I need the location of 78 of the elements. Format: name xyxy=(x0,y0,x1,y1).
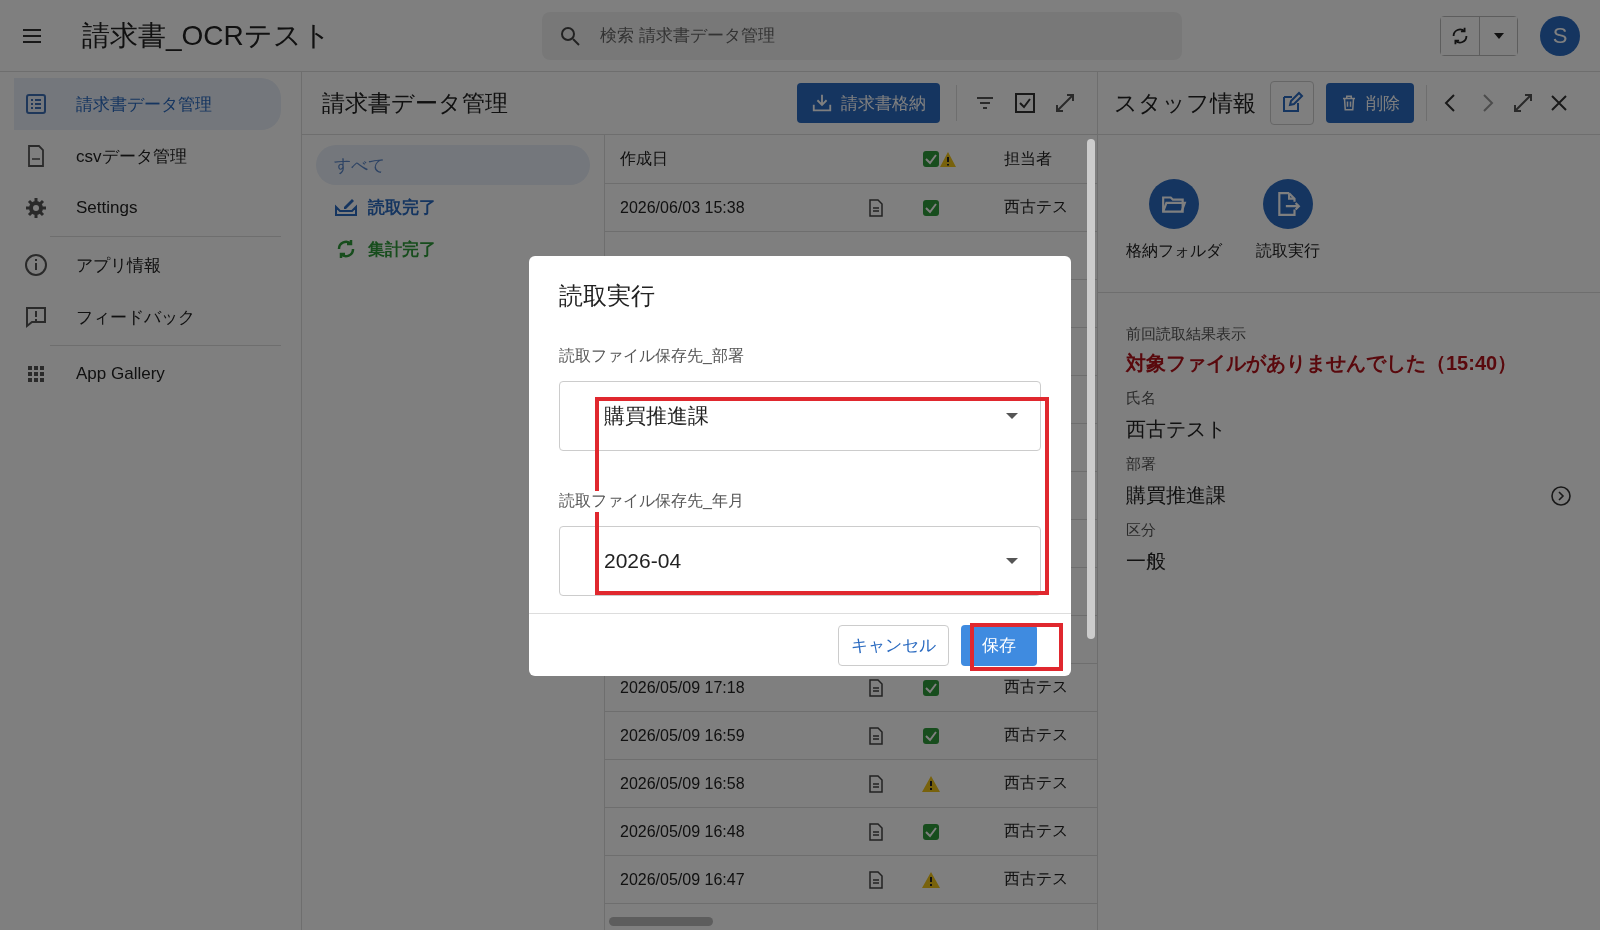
table-cell-text: 西古テス xyxy=(1004,821,1068,841)
caret-icon xyxy=(1493,32,1504,39)
dropdown-button[interactable] xyxy=(1479,16,1517,55)
column-header[interactable]: 担当者 xyxy=(1004,148,1052,170)
download-icon xyxy=(811,92,833,114)
app-title: 請求書_OCRテスト xyxy=(82,18,332,53)
detail-title: スタッフ情報 xyxy=(1114,88,1256,118)
select-checkbox-icon[interactable] xyxy=(1013,91,1037,115)
document-icon[interactable] xyxy=(869,774,883,793)
sidebar-item[interactable]: Settings xyxy=(14,182,281,234)
field-label: 読取ファイル保存先_年月 xyxy=(559,491,744,512)
result-message: 対象ファイルがありませんでした（15:40） xyxy=(1126,351,1519,376)
document-icon[interactable] xyxy=(869,822,883,841)
export-button[interactable] xyxy=(1263,179,1313,229)
caret-icon xyxy=(1006,558,1018,564)
column-header[interactable]: 作成日 xyxy=(605,148,850,170)
table-cell-text: 西古テス xyxy=(1004,725,1068,745)
trash-icon xyxy=(1340,93,1358,113)
table-cell-text: 2026/05/09 16:47 xyxy=(619,870,746,889)
edit-icon xyxy=(1280,91,1304,115)
info-icon xyxy=(24,253,48,277)
sidebar-item[interactable]: csvデータ管理 xyxy=(14,130,281,182)
expand-icon[interactable] xyxy=(1053,91,1077,115)
field-label: 区分 xyxy=(1126,521,1157,540)
chevron-circle-icon[interactable] xyxy=(1550,484,1572,507)
store-invoice-button[interactable]: 請求書格納 xyxy=(797,83,940,123)
caret-icon xyxy=(1006,413,1018,419)
filter-item[interactable]: 集計完了 xyxy=(316,229,590,269)
action-label: 格納フォルダ xyxy=(1126,241,1222,261)
edit-button[interactable] xyxy=(1270,81,1314,125)
document-icon[interactable] xyxy=(869,198,883,217)
document-icon[interactable] xyxy=(869,870,883,889)
user-avatar[interactable]: S xyxy=(1540,15,1580,56)
action-label: 読取実行 xyxy=(1256,241,1320,261)
field-label: 部署 xyxy=(1126,455,1157,474)
document-icon[interactable] xyxy=(869,678,883,697)
sidebar-item[interactable]: アプリ情報 xyxy=(14,239,281,291)
field-value: 西古テスト xyxy=(1126,417,1226,442)
table-cell-text: 2026/05/09 16:58 xyxy=(619,774,746,793)
delete-button[interactable]: 削除 xyxy=(1326,83,1414,123)
search-field[interactable]: 検索 請求書データ管理 xyxy=(542,11,1182,60)
table-row[interactable]: 2026/05/09 16:58 西古テス xyxy=(605,760,1097,808)
sidebar-item[interactable]: 請求書データ管理 xyxy=(14,78,281,130)
sidebar-item[interactable]: App Gallery xyxy=(14,348,281,400)
field-value: 購買推進課 xyxy=(1126,483,1226,508)
file-export-icon xyxy=(1275,191,1301,217)
filter-item[interactable]: 読取完了 xyxy=(316,187,590,227)
table-row[interactable]: 2026/05/09 16:59 西古テス xyxy=(605,712,1097,760)
field-label: 読取ファイル保存先_部署 xyxy=(559,346,744,367)
search-input[interactable]: 検索 請求書データ管理 xyxy=(598,24,1166,47)
status-icons xyxy=(922,150,956,168)
table-row[interactable]: 2026/05/09 16:47 西古テス xyxy=(605,856,1097,904)
scrollbar-thumb[interactable] xyxy=(1087,139,1095,639)
scrollbar-thumb[interactable] xyxy=(609,917,713,926)
dropdown-field[interactable]: 2026-04 xyxy=(559,526,1041,596)
table-cell-text: 2026/05/09 16:59 xyxy=(619,726,746,745)
table-cell-text: 2026/05/09 17:18 xyxy=(619,678,746,697)
feedback-icon xyxy=(24,305,48,329)
folder-button[interactable] xyxy=(1149,179,1199,229)
table-row[interactable]: 2026/05/09 16:48 西古テス xyxy=(605,808,1097,856)
settings-icon xyxy=(24,196,48,220)
field-value: 一般 xyxy=(1126,549,1166,574)
expand-icon[interactable] xyxy=(1511,91,1535,115)
table-cell-text: 西古テス xyxy=(1004,773,1068,793)
cancel-button[interactable]: キャンセル xyxy=(838,624,949,666)
dialog-title: 読取実行 xyxy=(559,281,656,311)
field-label: 前回読取結果表示 xyxy=(1126,325,1247,344)
checklist-icon xyxy=(24,92,48,116)
sidebar-item[interactable]: フィードバック xyxy=(14,291,281,343)
dropdown-field[interactable]: 購買推進課 xyxy=(559,381,1041,451)
document-icon[interactable] xyxy=(869,726,883,745)
table-cell-text: 西古テス xyxy=(1004,197,1068,217)
table-cell-text: 西古テス xyxy=(1004,869,1068,889)
table-cell-text: 西古テス xyxy=(1004,677,1068,697)
table-cell-text: 2026/05/09 16:48 xyxy=(619,822,746,841)
table-cell-text: 2026/06/03 15:38 xyxy=(619,198,746,217)
field-label: 氏名 xyxy=(1126,389,1157,408)
view-title: 請求書データ管理 xyxy=(322,88,508,118)
